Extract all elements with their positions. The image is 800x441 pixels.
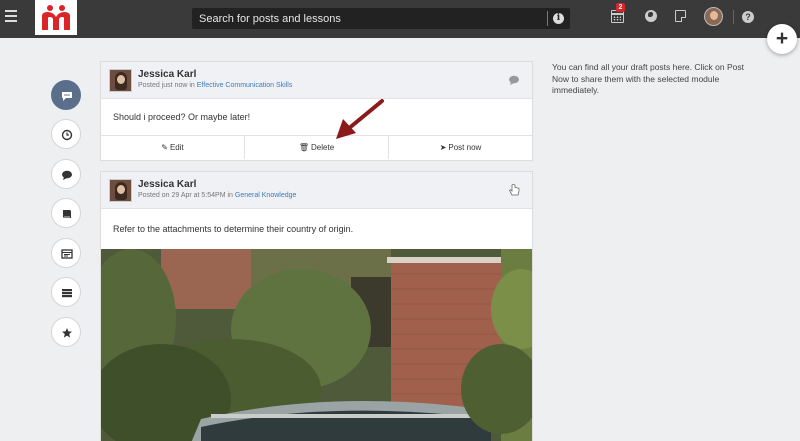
post-card: Jessica Karl Posted on 29 Apr at 5:54PM …	[100, 171, 533, 441]
author-avatar[interactable]	[109, 179, 132, 202]
author-avatar[interactable]	[109, 69, 132, 92]
note-icon[interactable]	[675, 10, 686, 22]
search-input[interactable]	[192, 8, 542, 29]
drafts-help-text: You can find all your draft posts here. …	[552, 62, 744, 95]
book-icon	[63, 210, 71, 218]
author-name[interactable]: Jessica Karl	[138, 179, 196, 190]
send-icon: ➤	[439, 143, 447, 152]
rail-lessons-button[interactable]	[51, 198, 81, 228]
delete-button[interactable]: 🗑 Delete	[245, 136, 389, 159]
post-time: Posted on 29 Apr at 5:54PM in	[138, 192, 235, 199]
comment-icon[interactable]	[508, 74, 520, 86]
notification-badge: 2	[616, 3, 625, 12]
attachment-image[interactable]	[101, 249, 532, 441]
edit-button[interactable]: ✎ Edit	[101, 136, 245, 159]
rail-modules-button[interactable]	[51, 238, 81, 268]
top-bar: i 2 ?	[0, 0, 800, 38]
post-body: Should i proceed? Or maybe later!	[113, 112, 251, 122]
comment-icon	[62, 170, 72, 180]
draft-post-card: Jessica Karl Posted just now in Effectiv…	[100, 61, 533, 161]
create-post-button[interactable]: +	[767, 24, 797, 54]
list-icon	[62, 289, 72, 298]
star-icon	[62, 328, 72, 338]
help-icon[interactable]: ?	[742, 11, 754, 23]
post-header: Jessica Karl Posted on 29 Apr at 5:54PM …	[101, 172, 532, 209]
clock-icon	[61, 129, 73, 141]
post-body: Refer to the attachments to determine th…	[113, 224, 354, 234]
search-separator	[547, 11, 548, 26]
globe-icon[interactable]	[645, 10, 657, 22]
chat-bubble-icon	[62, 92, 72, 101]
edit-label: Edit	[169, 143, 184, 152]
post-meta: Posted just now in Effective Communicati…	[138, 82, 292, 89]
post-time: Posted just now in	[138, 82, 197, 89]
logo-icon[interactable]	[35, 0, 77, 35]
post-now-button[interactable]: ➤ Post now	[389, 136, 532, 159]
rail-drafts-button[interactable]	[51, 80, 81, 110]
post-meta: Posted on 29 Apr at 5:54PM in General Kn…	[138, 192, 296, 199]
avatar[interactable]	[704, 7, 723, 26]
rail-favorites-button[interactable]	[51, 317, 81, 347]
search-bar: i	[192, 8, 570, 29]
post-header: Jessica Karl Posted just now in Effectiv…	[101, 62, 532, 99]
hand-pointer-icon[interactable]	[508, 184, 520, 197]
menu-icon[interactable]	[5, 10, 17, 24]
post-now-label: Post now	[448, 143, 482, 152]
rail-posts-button[interactable]	[51, 159, 81, 189]
rail-scheduled-button[interactable]	[51, 119, 81, 149]
post-actions: ✎ Edit 🗑 Delete ➤ Post now	[101, 135, 532, 159]
plus-icon: +	[775, 27, 789, 50]
info-icon[interactable]: i	[553, 13, 564, 24]
rail-list-button[interactable]	[51, 277, 81, 307]
pencil-icon: ✎	[161, 143, 168, 152]
module-link[interactable]: Effective Communication Skills	[197, 82, 293, 89]
author-name[interactable]: Jessica Karl	[138, 69, 196, 80]
divider	[733, 10, 734, 24]
module-link[interactable]: General Knowledge	[235, 192, 297, 199]
browser-icon	[61, 249, 73, 259]
delete-label: Delete	[311, 143, 335, 152]
trash-icon: 🗑	[298, 143, 310, 152]
